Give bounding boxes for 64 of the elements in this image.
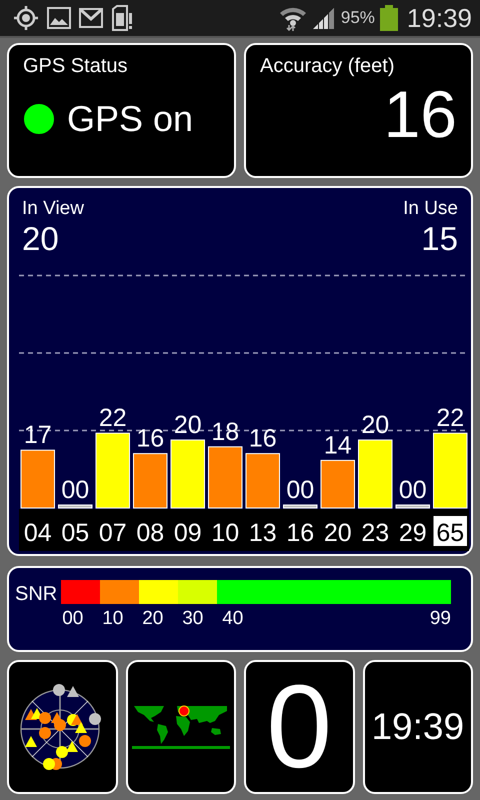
prn-label: 29	[398, 519, 427, 547]
bar-value-label: 17	[24, 421, 52, 450]
snr-bar	[396, 504, 430, 508]
in-use-count: 15	[421, 220, 458, 258]
scale-tick-label: 40	[222, 608, 244, 629]
location-target-icon	[13, 5, 39, 31]
clock-time: 19:39	[371, 706, 464, 748]
bar-value-label: 22	[98, 404, 127, 432]
prn-label: 10	[211, 519, 240, 547]
prn-label: 13	[248, 519, 277, 547]
accuracy-value: 16	[384, 78, 457, 151]
snr-bar	[246, 453, 280, 508]
snr-bar	[320, 460, 355, 508]
count-value: 0	[266, 668, 332, 786]
world-map-tile[interactable]	[126, 660, 236, 794]
prn-label: 20	[324, 519, 352, 547]
bar-value-label: 22	[436, 404, 464, 432]
wifi-icon	[278, 5, 307, 31]
highlighted-prn-label: 65	[434, 516, 467, 547]
mail-icon	[79, 8, 103, 28]
bar-value-label: 14	[324, 431, 352, 460]
sd-card-alert-icon	[111, 5, 133, 31]
signal-icon	[312, 6, 336, 30]
scale-tick-label: 30	[182, 608, 204, 629]
bar-value-label: 16	[248, 424, 277, 453]
bar-value-label: 16	[136, 424, 164, 453]
count-tile[interactable]: 0	[244, 660, 354, 794]
bar-value-label: 18	[211, 418, 240, 446]
prn-label: 09	[174, 519, 202, 547]
prn-label: 16	[286, 519, 314, 547]
prn-label: 07	[98, 519, 127, 547]
sky-plot-tile[interactable]	[7, 660, 118, 794]
prn-label: 05	[61, 519, 90, 547]
snr-bar	[358, 440, 392, 508]
scale-tick-label: 00	[62, 608, 84, 629]
image-icon	[47, 7, 71, 29]
snr-bar	[170, 440, 205, 508]
bar-value-label: 20	[174, 411, 202, 439]
card-title: Accuracy (feet)	[260, 55, 396, 78]
snr-bar	[283, 504, 318, 508]
snr-bar	[58, 504, 92, 508]
clock-tile[interactable]: 19:39	[362, 660, 473, 794]
in-view-count: 20	[22, 220, 60, 258]
in-view-label: In View	[22, 198, 84, 220]
battery-percent: 95%	[340, 8, 375, 28]
card-title: GPS Status	[23, 55, 128, 78]
snr-bar	[133, 453, 168, 508]
snr-label: SNR	[15, 583, 58, 607]
bar-value-label: 00	[61, 476, 90, 504]
bar-value-label: 00	[286, 476, 314, 504]
bar-value-label: 00	[398, 476, 427, 504]
in-use-label: In Use	[403, 198, 458, 220]
gps-status-text: GPS on	[67, 98, 194, 140]
prn-label: 04	[24, 519, 52, 547]
snr-bar	[20, 450, 55, 508]
battery-icon	[380, 5, 398, 31]
scale-tick-label: 99	[430, 608, 451, 630]
bar-value-label: 20	[361, 411, 390, 439]
status-time: 19:39	[406, 2, 472, 34]
prn-label: 23	[361, 519, 390, 547]
scale-tick-label: 10	[102, 608, 124, 629]
scale-tick-label: 20	[142, 608, 164, 629]
snr-bar	[208, 446, 242, 508]
prn-label: 08	[136, 519, 164, 547]
